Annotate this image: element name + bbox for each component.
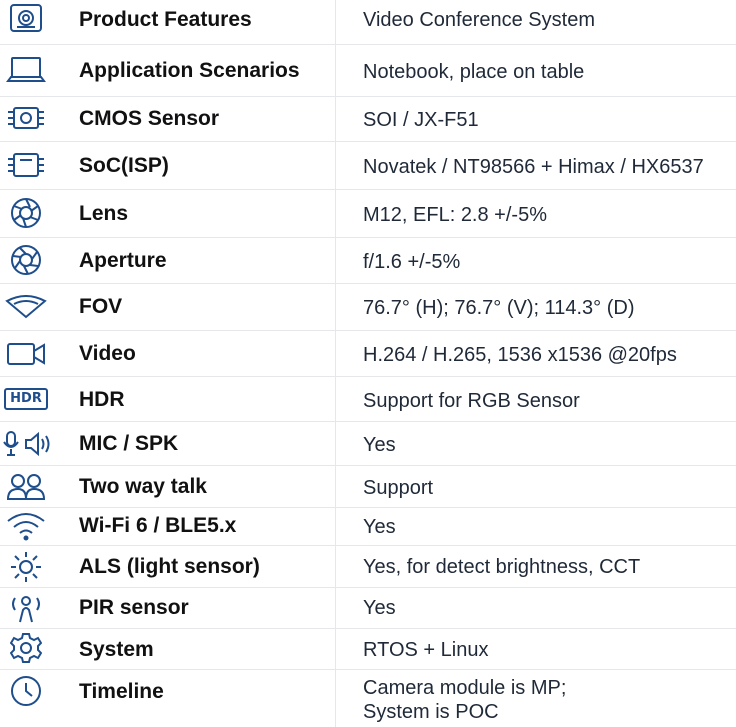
motion-person-icon (0, 591, 52, 625)
two-people-icon (0, 472, 52, 502)
table-row: Lens M12, EFL: 2.8 +/-5% (0, 190, 736, 238)
row-value: Yes, for detect brightness, CCT (363, 556, 641, 578)
table-row: Aperture f/1.6 +/-5% (0, 238, 736, 284)
table-row: HDR HDR Support for RGB Sensor (0, 377, 736, 422)
row-value-line: System is POC (363, 701, 499, 723)
table-row: Two way talk Support (0, 466, 736, 508)
row-value: Yes (363, 516, 396, 538)
row-label: Application Scenarios (79, 59, 300, 82)
table-row: Product Features Video Conference System (0, 0, 736, 45)
row-label: FOV (79, 295, 123, 318)
hdr-icon-text: HDR (4, 388, 48, 410)
table-row: Video H.264 / H.265, 1536 x1536 @20fps (0, 331, 736, 377)
wifi-icon (0, 511, 52, 541)
row-value: Video Conference System (363, 9, 595, 31)
row-value: M12, EFL: 2.8 +/-5% (363, 204, 547, 226)
clock-icon (0, 674, 52, 708)
row-label: CMOS Sensor (79, 107, 220, 130)
mic-speaker-icon (0, 429, 60, 459)
row-label: Timeline (79, 680, 164, 703)
row-label: PIR sensor (79, 596, 189, 619)
aperture-icon (0, 244, 52, 276)
row-value: Yes (363, 597, 396, 619)
row-value: Yes (363, 434, 396, 456)
table-row: ALS (light sensor) Yes, for detect brigh… (0, 546, 736, 588)
table-row: System RTOS + Linux (0, 629, 736, 670)
row-label: HDR (79, 388, 125, 411)
row-label: SoC(ISP) (79, 154, 169, 177)
row-value-multiline: Camera module is MP; System is POC (363, 676, 566, 724)
row-value: RTOS + Linux (363, 639, 489, 661)
table-row: FOV 76.7° (H); 76.7° (V); 114.3° (D) (0, 284, 736, 331)
row-label: Product Features (79, 8, 252, 31)
sensor-chip-icon (0, 103, 52, 133)
hdr-icon: HDR (0, 386, 52, 412)
row-value: H.264 / H.265, 1536 x1536 @20fps (363, 344, 677, 366)
row-label: System (79, 638, 154, 661)
row-value: Support for RGB Sensor (363, 390, 580, 412)
row-label: MIC / SPK (79, 432, 179, 455)
lens-aperture-icon (0, 196, 52, 230)
row-value: f/1.6 +/-5% (363, 251, 461, 273)
gear-icon (0, 632, 52, 664)
laptop-icon (0, 53, 52, 87)
light-sun-icon (0, 550, 52, 584)
row-value-line: Camera module is MP; (363, 677, 567, 699)
table-row: MIC / SPK Yes (0, 422, 736, 466)
spec-table: Product Features Video Conference System… (0, 0, 736, 727)
fov-icon (0, 292, 52, 322)
table-row: Timeline Camera module is MP; System is … (0, 670, 736, 727)
row-label: Video (79, 342, 136, 365)
row-value: Notebook, place on table (363, 61, 585, 83)
table-row: Wi-Fi 6 / BLE5.x Yes (0, 508, 736, 546)
row-label: Aperture (79, 249, 167, 272)
table-row: SoC(ISP) Novatek / NT98566 + Himax / HX6… (0, 142, 736, 190)
row-value: SOI / JX-F51 (363, 109, 479, 131)
video-camera-icon (0, 339, 52, 369)
table-row: CMOS Sensor SOI / JX-F51 (0, 97, 736, 142)
row-label: Wi-Fi 6 / BLE5.x (79, 514, 237, 537)
table-row: Application Scenarios Notebook, place on… (0, 45, 736, 97)
row-value: 76.7° (H); 76.7° (V); 114.3° (D) (363, 297, 635, 319)
camera-module-icon (0, 2, 52, 34)
row-value: Novatek / NT98566 + Himax / HX6537 (363, 156, 704, 178)
row-label: ALS (light sensor) (79, 555, 260, 578)
soc-chip-icon (0, 149, 52, 181)
row-label: Lens (79, 202, 129, 225)
row-label: Two way talk (79, 475, 207, 498)
row-value: Support (363, 477, 434, 499)
table-row: PIR sensor Yes (0, 588, 736, 629)
